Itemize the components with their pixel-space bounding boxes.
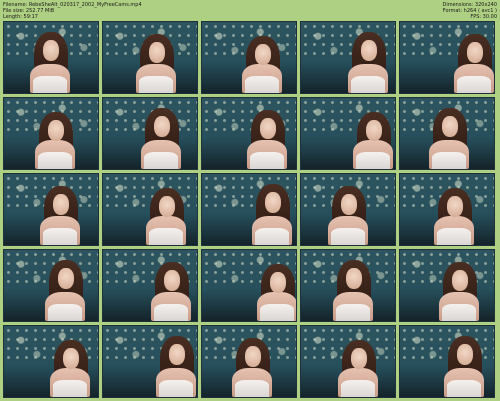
- white-top: [331, 228, 365, 245]
- video-frame-thumbnail[interactable]: [3, 21, 99, 94]
- meta-right-block: Dimensions: 320x240 Format: h264 ( avc1 …: [442, 2, 497, 20]
- video-frame-thumbnail[interactable]: [201, 173, 297, 246]
- face-shape: [341, 194, 357, 215]
- face-shape: [245, 346, 261, 367]
- face-shape: [53, 194, 69, 215]
- video-frame-thumbnail[interactable]: [102, 173, 198, 246]
- face-shape: [442, 116, 458, 137]
- video-frame-thumbnail[interactable]: [3, 249, 99, 322]
- face-shape: [48, 120, 64, 141]
- face-shape: [43, 40, 59, 61]
- video-frame-thumbnail[interactable]: [300, 97, 396, 170]
- white-top: [144, 152, 178, 169]
- face-shape: [265, 192, 281, 213]
- white-top: [336, 304, 370, 321]
- video-frame-thumbnail[interactable]: [102, 325, 198, 398]
- white-top: [260, 304, 294, 321]
- white-top: [33, 76, 67, 93]
- white-top: [38, 152, 72, 169]
- face-shape: [467, 42, 483, 63]
- video-info-header: Filename: RebeSheAlt_020317_2002_MyFreeC…: [0, 0, 500, 20]
- white-top: [250, 152, 284, 169]
- white-top: [159, 380, 193, 397]
- video-frame-thumbnail[interactable]: [3, 97, 99, 170]
- video-frame-thumbnail[interactable]: [399, 173, 495, 246]
- white-top: [43, 228, 77, 245]
- white-top: [53, 380, 87, 397]
- face-shape: [149, 42, 165, 63]
- thumbnail-grid: [3, 21, 495, 398]
- face-shape: [169, 344, 185, 365]
- face-shape: [452, 270, 468, 291]
- video-frame-thumbnail[interactable]: [300, 173, 396, 246]
- video-frame-thumbnail[interactable]: [300, 21, 396, 94]
- face-shape: [351, 348, 367, 369]
- white-top: [48, 304, 82, 321]
- face-shape: [270, 272, 286, 293]
- video-frame-thumbnail[interactable]: [201, 325, 297, 398]
- length-text: Length: 59:17: [3, 14, 38, 20]
- face-shape: [255, 44, 271, 65]
- face-shape: [164, 270, 180, 291]
- video-frame-thumbnail[interactable]: [399, 97, 495, 170]
- video-frame-thumbnail[interactable]: [3, 173, 99, 246]
- face-shape: [361, 40, 377, 61]
- white-top: [356, 152, 390, 169]
- white-top: [149, 228, 183, 245]
- white-top: [432, 152, 466, 169]
- fps-text: FPS: 30.00: [470, 14, 497, 20]
- white-top: [235, 380, 269, 397]
- white-top: [351, 76, 385, 93]
- face-shape: [154, 116, 170, 137]
- video-frame-thumbnail[interactable]: [201, 249, 297, 322]
- meta-left-block: Filename: RebeSheAlt_020317_2002_MyFreeC…: [3, 2, 142, 20]
- video-frame-thumbnail[interactable]: [102, 249, 198, 322]
- white-top: [437, 228, 471, 245]
- video-frame-thumbnail[interactable]: [102, 21, 198, 94]
- face-shape: [457, 344, 473, 365]
- face-shape: [58, 268, 74, 289]
- video-frame-thumbnail[interactable]: [201, 97, 297, 170]
- face-shape: [346, 268, 362, 289]
- video-frame-thumbnail[interactable]: [300, 325, 396, 398]
- white-top: [154, 304, 188, 321]
- white-top: [442, 304, 476, 321]
- video-frame-thumbnail[interactable]: [300, 249, 396, 322]
- video-frame-thumbnail[interactable]: [102, 97, 198, 170]
- white-top: [245, 76, 279, 93]
- video-frame-thumbnail[interactable]: [399, 325, 495, 398]
- face-shape: [260, 118, 276, 139]
- video-frame-thumbnail[interactable]: [201, 21, 297, 94]
- white-top: [447, 380, 481, 397]
- white-top: [341, 380, 375, 397]
- white-top: [457, 76, 491, 93]
- video-frame-thumbnail[interactable]: [399, 21, 495, 94]
- video-frame-thumbnail[interactable]: [3, 325, 99, 398]
- face-shape: [159, 196, 175, 217]
- white-top: [139, 76, 173, 93]
- face-shape: [366, 120, 382, 141]
- video-frame-thumbnail[interactable]: [399, 249, 495, 322]
- face-shape: [447, 196, 463, 217]
- white-top: [255, 228, 289, 245]
- face-shape: [63, 348, 79, 369]
